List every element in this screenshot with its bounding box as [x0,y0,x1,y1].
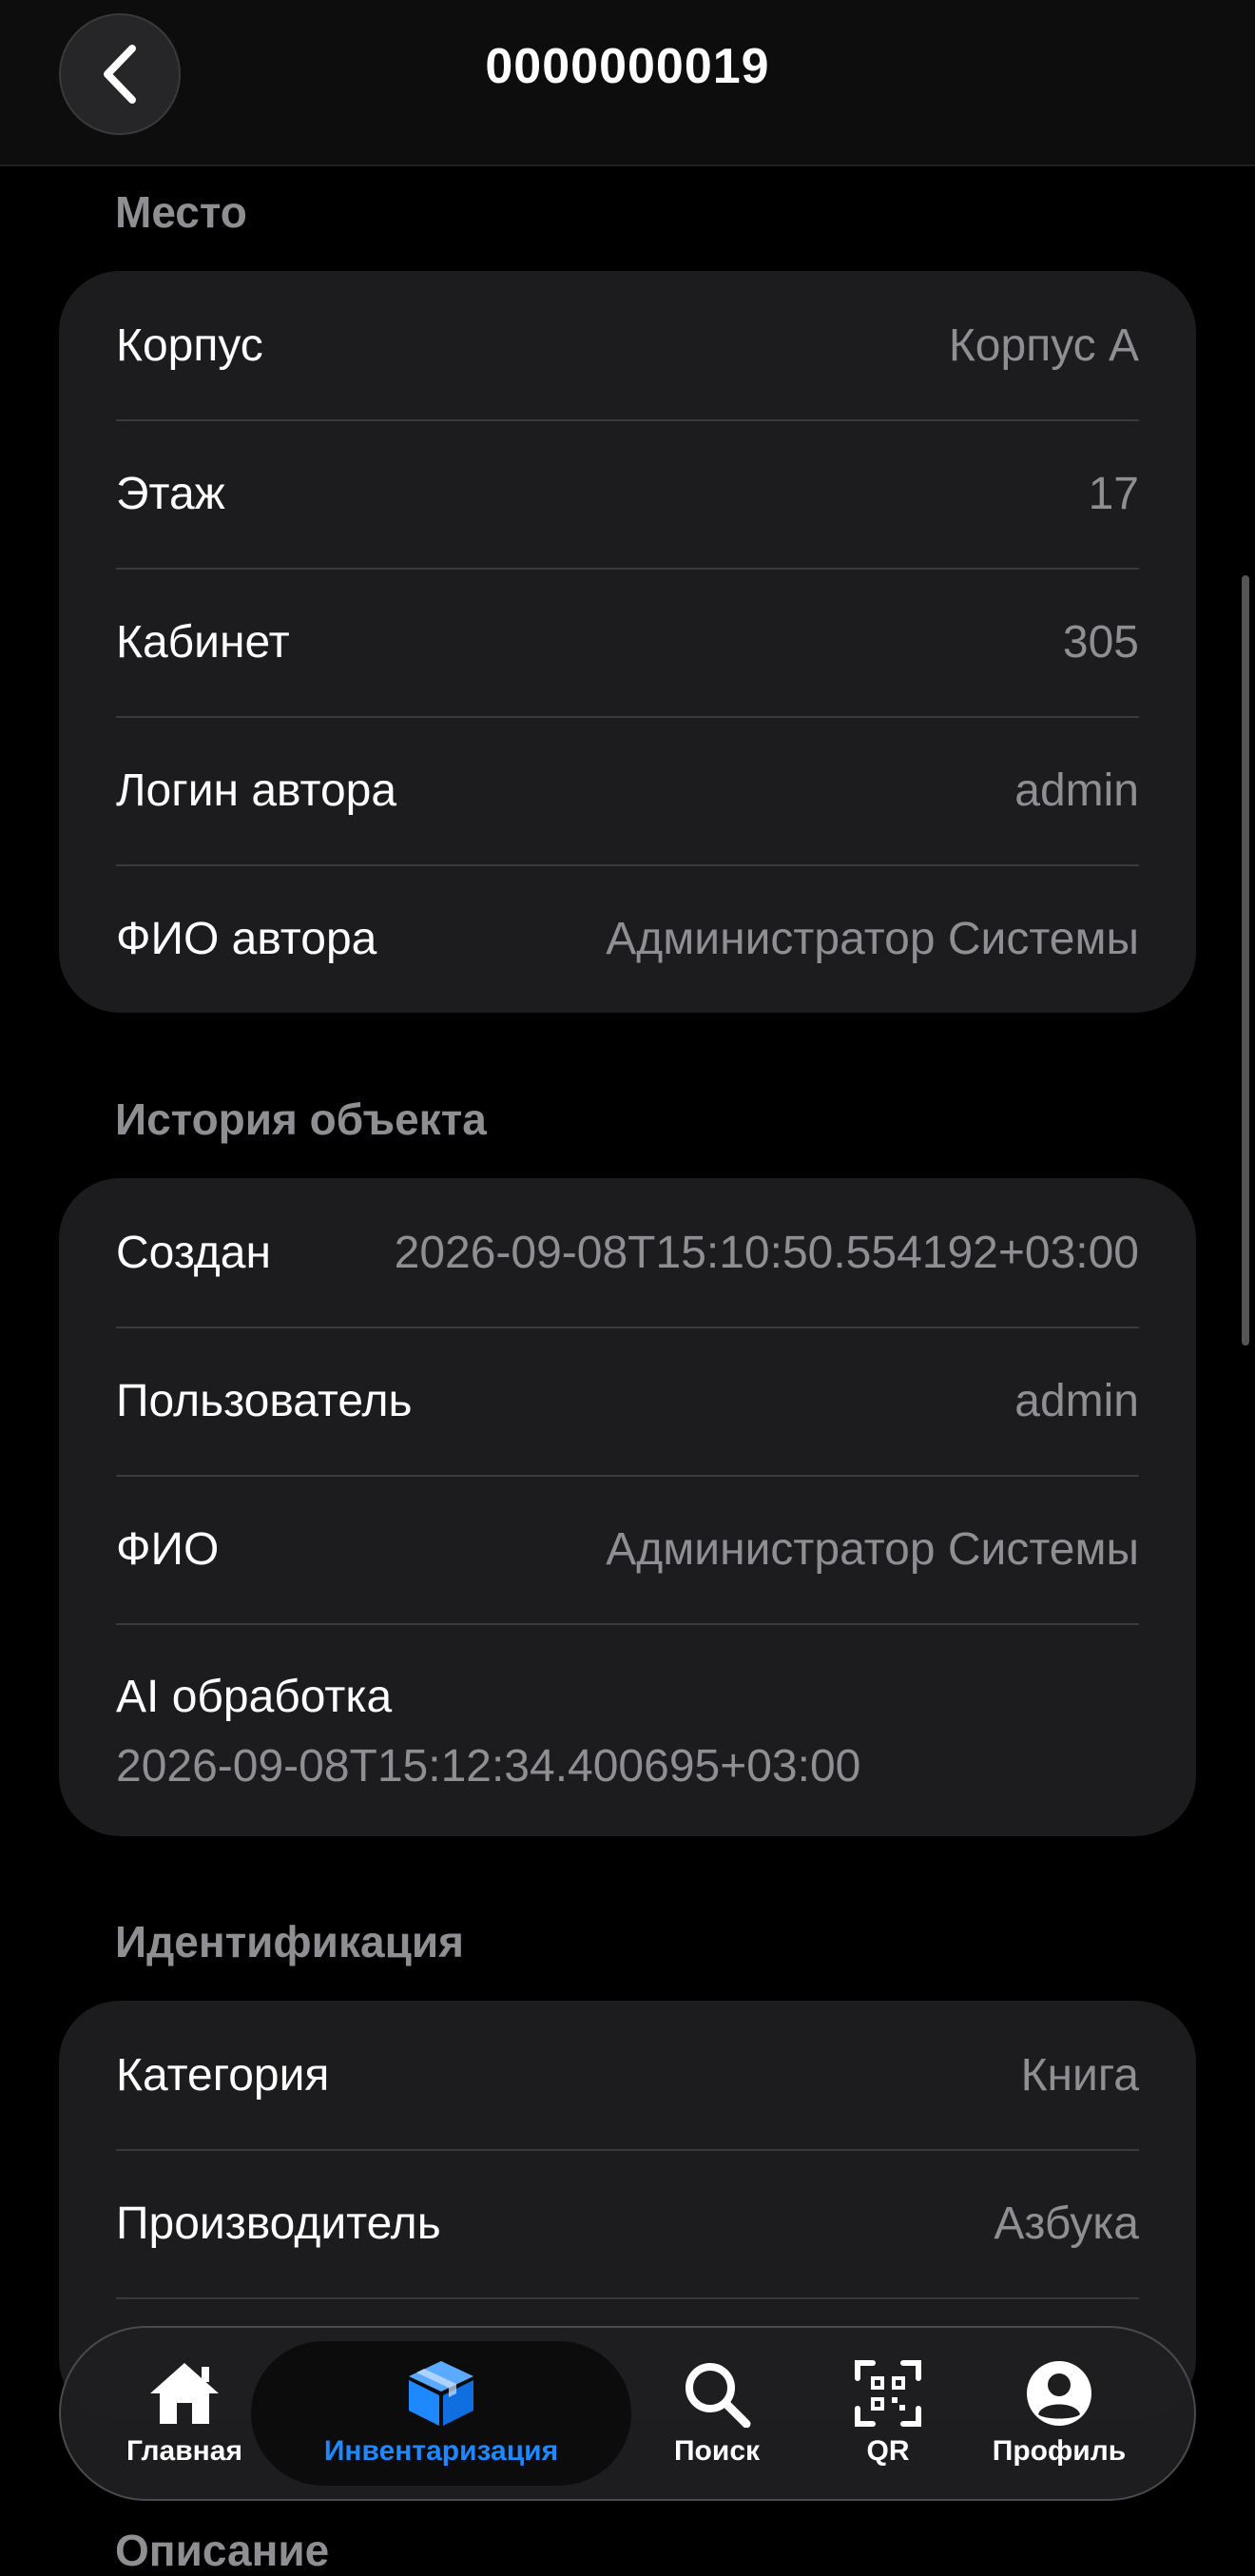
row-full-name: ФИО Администратор Системы [59,1475,1196,1623]
row-label: Корпус [116,320,263,371]
row-value: Администратор Системы [606,913,1139,964]
tab-label: QR [866,2435,910,2467]
row-user: Пользователь admin [59,1327,1196,1475]
row-category: Категория Книга [59,2001,1196,2149]
row-label: Логин автора [116,765,397,816]
row-label: ФИО автора [116,913,377,964]
tab-label: Инвентаризация [323,2435,559,2467]
navigation-bar: 0000000019 [0,0,1255,166]
home-icon [150,2363,219,2424]
box-icon [409,2361,473,2426]
search-icon [685,2363,751,2428]
place-card: Корпус Корпус А Этаж 17 Кабинет 305 Логи… [59,271,1196,1013]
tab-qr[interactable]: QR [812,2328,964,2499]
row-created: Создан 2026-09-08T15:10:50.554192+03:00 [59,1178,1196,1327]
tab-home[interactable]: Главная [99,2328,270,2499]
row-label: AI обработка [116,1672,393,1722]
scrollbar[interactable] [1242,575,1249,1346]
row-value: admin [1014,765,1139,816]
section-title-description: Описание [115,2526,330,2575]
section-title-identification: Идентификация [115,1917,464,1966]
tab-profile[interactable]: Профиль [964,2328,1154,2499]
row-author-name: ФИО автора Администратор Системы [59,864,1196,1013]
row-value: Корпус А [948,320,1139,371]
row-label: Категория [116,2049,330,2101]
tab-search[interactable]: Поиск [631,2328,802,2499]
row-value: Книга [1020,2049,1139,2101]
row-value: admin [1014,1375,1139,1426]
row-value: Администратор Системы [606,1523,1139,1575]
tab-label: Главная [126,2435,242,2467]
row-label: Создан [116,1227,271,1278]
qr-icon [855,2360,921,2427]
history-card: Создан 2026-09-08T15:10:50.554192+03:00 … [59,1178,1196,1836]
row-ai-processing: AI обработка 2026-09-08T15:12:34.400695+… [59,1623,1196,1836]
tab-label: Профиль [992,2435,1127,2467]
row-floor: Этаж 17 [59,419,1196,568]
row-value: 17 [1088,468,1139,519]
row-label: Пользователь [116,1375,413,1426]
page-title: 0000000019 [485,39,770,94]
row-value: 2026-09-08T15:10:50.554192+03:00 [394,1227,1139,1278]
section-title-place: Место [115,187,247,237]
row-value: 305 [1062,616,1139,668]
row-value: 2026-09-08T15:12:34.400695+03:00 [116,1741,861,1792]
row-label: Производитель [116,2198,441,2249]
tab-bar: Главная Инвентаризация Поиск QR Профиль [59,2326,1196,2501]
row-room: Кабинет 305 [59,568,1196,716]
row-author-login: Логин автора admin [59,716,1196,864]
row-label: Этаж [116,468,225,519]
tab-inventory[interactable]: Инвентаризация [251,2341,631,2486]
row-label: ФИО [116,1523,220,1575]
row-manufacturer: Производитель Азбука [59,2149,1196,2297]
row-label: Кабинет [116,616,290,668]
row-building: Корпус Корпус А [59,271,1196,419]
profile-icon [1027,2361,1091,2426]
tab-label: Поиск [673,2435,761,2467]
row-value: Азбука [994,2198,1139,2249]
section-title-history: История объекта [115,1094,487,1144]
